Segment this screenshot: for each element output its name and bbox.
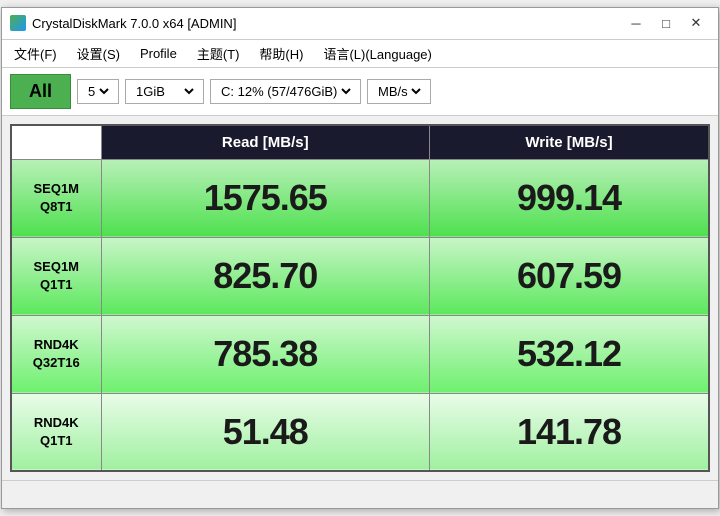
runs-dropdown[interactable]: 5 1 3 bbox=[77, 79, 119, 104]
table-row: RND4K Q32T16 785.38 532.12 bbox=[11, 315, 709, 393]
table-header-row: Read [MB/s] Write [MB/s] bbox=[11, 125, 709, 160]
table-row: SEQ1M Q1T1 825.70 607.59 bbox=[11, 237, 709, 315]
write-value-rnd4k-q32t16: 532.12 bbox=[430, 315, 709, 393]
size-select[interactable]: 1GiB 512MiB 256MiB bbox=[132, 83, 197, 100]
row-label-seq1m-q1t1: SEQ1M Q1T1 bbox=[11, 237, 101, 315]
benchmark-area: Read [MB/s] Write [MB/s] SEQ1M Q8T1 1575… bbox=[2, 116, 718, 481]
minimize-button[interactable]: ─ bbox=[622, 11, 650, 35]
all-button[interactable]: All bbox=[10, 74, 71, 109]
write-value-seq1m-q1t1: 607.59 bbox=[430, 237, 709, 315]
maximize-button[interactable]: □ bbox=[652, 11, 680, 35]
menu-theme[interactable]: 主题(T) bbox=[189, 42, 248, 65]
col-header-label bbox=[11, 125, 101, 160]
table-row: RND4K Q1T1 51.48 141.78 bbox=[11, 393, 709, 471]
menu-settings[interactable]: 设置(S) bbox=[69, 42, 128, 65]
read-value-seq1m-q1t1: 825.70 bbox=[101, 237, 430, 315]
table-row: SEQ1M Q8T1 1575.65 999.14 bbox=[11, 159, 709, 237]
menu-help[interactable]: 帮助(H) bbox=[251, 42, 311, 65]
app-window: CrystalDiskMark 7.0.0 x64 [ADMIN] ─ □ ✕ … bbox=[1, 7, 719, 510]
benchmark-table: Read [MB/s] Write [MB/s] SEQ1M Q8T1 1575… bbox=[10, 124, 710, 473]
size-dropdown[interactable]: 1GiB 512MiB 256MiB bbox=[125, 79, 204, 104]
write-value-seq1m-q8t1: 999.14 bbox=[430, 159, 709, 237]
col-header-read: Read [MB/s] bbox=[101, 125, 430, 160]
read-value-rnd4k-q1t1: 51.48 bbox=[101, 393, 430, 471]
unit-select[interactable]: MB/s GB/s bbox=[374, 83, 424, 100]
menu-profile[interactable]: Profile bbox=[132, 44, 185, 63]
menubar: 文件(F) 设置(S) Profile 主题(T) 帮助(H) 语言(L)(La… bbox=[2, 40, 718, 68]
status-bar bbox=[2, 480, 718, 508]
menu-language[interactable]: 语言(L)(Language) bbox=[315, 42, 439, 65]
row-label-seq1m-q8t1: SEQ1M Q8T1 bbox=[11, 159, 101, 237]
col-header-write: Write [MB/s] bbox=[430, 125, 709, 160]
close-button[interactable]: ✕ bbox=[682, 11, 710, 35]
runs-select[interactable]: 5 1 3 bbox=[84, 83, 112, 100]
read-value-rnd4k-q32t16: 785.38 bbox=[101, 315, 430, 393]
drive-dropdown[interactable]: C: 12% (57/476GiB) bbox=[210, 79, 361, 104]
unit-dropdown[interactable]: MB/s GB/s bbox=[367, 79, 431, 104]
write-value-rnd4k-q1t1: 141.78 bbox=[430, 393, 709, 471]
titlebar: CrystalDiskMark 7.0.0 x64 [ADMIN] ─ □ ✕ bbox=[2, 8, 718, 40]
toolbar: All 5 1 3 1GiB 512MiB 256MiB C: 12% (57/… bbox=[2, 68, 718, 116]
app-icon bbox=[10, 15, 26, 31]
menu-file[interactable]: 文件(F) bbox=[6, 42, 65, 65]
read-value-seq1m-q8t1: 1575.65 bbox=[101, 159, 430, 237]
row-label-rnd4k-q32t16: RND4K Q32T16 bbox=[11, 315, 101, 393]
row-label-rnd4k-q1t1: RND4K Q1T1 bbox=[11, 393, 101, 471]
drive-select[interactable]: C: 12% (57/476GiB) bbox=[217, 83, 354, 100]
window-title: CrystalDiskMark 7.0.0 x64 [ADMIN] bbox=[32, 16, 622, 31]
window-controls: ─ □ ✕ bbox=[622, 11, 710, 35]
